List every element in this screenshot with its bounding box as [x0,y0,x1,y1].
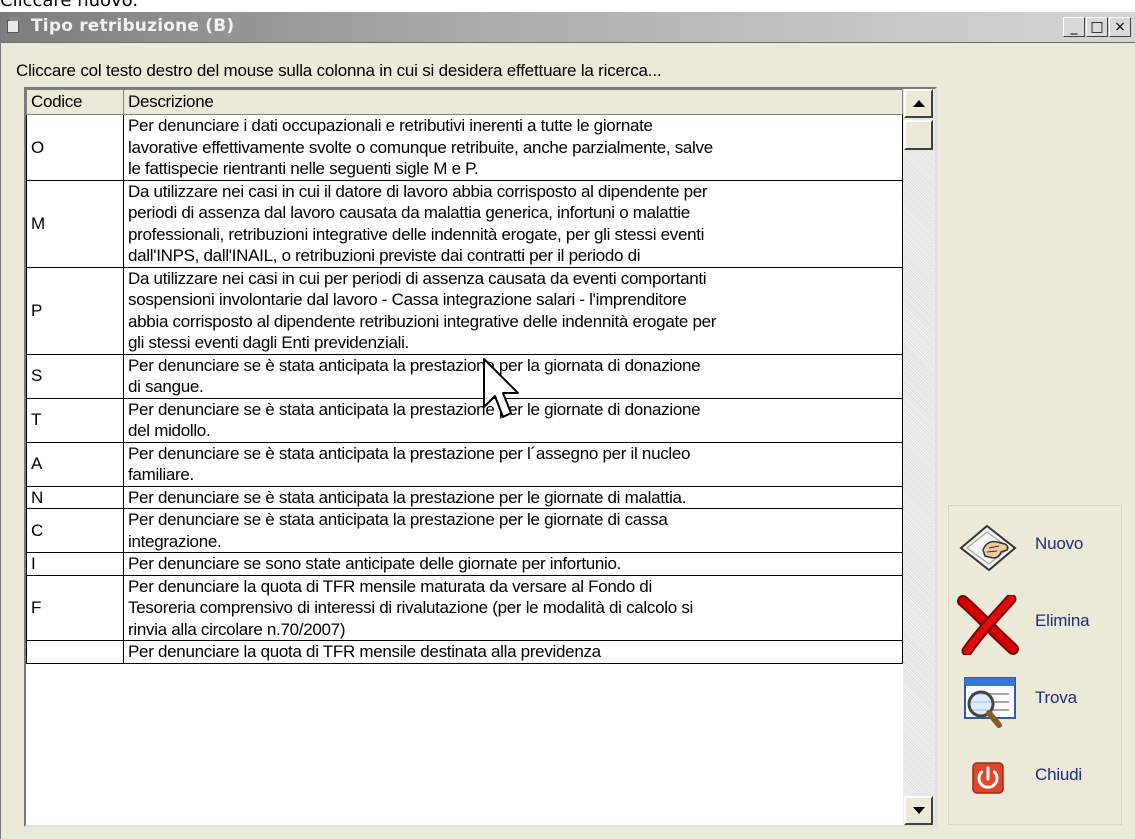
description-line: abbia corrisposto al dipendente retribuz… [128,311,717,331]
table-header-row: Codice Descrizione [26,89,903,115]
cell-codice[interactable]: F [26,574,124,641]
cell-codice[interactable]: S [26,353,124,399]
magnifier-icon [964,677,1016,728]
description-line: sospensioni involontarie dal lavoro - Ca… [128,290,687,309]
table-row[interactable]: T Per denunciare se è stata anticipata la… [26,397,903,443]
column-header-descrizione[interactable]: Descrizione [123,89,903,115]
nuovo-label: Nuovo [1035,534,1084,553]
search-hint: Cliccare col testo destro del mouse sull… [16,61,662,80]
cell-codice[interactable]: P [26,266,124,355]
description-line: Per denunciare se è stata anticipata la … [128,355,701,375]
vertical-scrollbar[interactable] [903,89,935,825]
cell-descrizione[interactable]: Per denunciare i dati occupazionali e re… [123,114,903,181]
description-line: lavorative effettivamente svolte o comun… [128,137,713,157]
power-icon [972,762,1004,794]
cell-descrizione[interactable]: Per denunciare se è stata anticipata la … [123,508,903,553]
table-row[interactable]: A Per denunciare se è stata anticipata la… [26,441,903,487]
trova-label: Trova [1035,688,1077,707]
instruction-caption: Cliccare nuovo. [0,0,139,11]
window-icon [7,17,19,33]
cell-descrizione[interactable]: Da utilizzare nei casi in cui per period… [123,266,903,355]
table-row[interactable]: N Per denunciare se è stata anticipata la… [26,485,903,509]
maximize-button[interactable]: □ [1086,17,1108,37]
elimina-button[interactable]: Elimina [957,591,1119,657]
description-line: professionali, retribuzioni integrative … [128,224,705,244]
description-line: Per denunciare la quota di TFR mensile m… [128,576,652,596]
table-row[interactable]: M Da utilizzare nei casi in cui il datore… [26,179,903,268]
cell-descrizione[interactable]: Per denunciare se è stata anticipata la … [123,485,903,509]
description-line: di sangue. [128,377,204,396]
cell-descrizione[interactable]: Per denunciare se è stata anticipata la … [123,397,903,443]
description-line: Da utilizzare nei casi in cui per period… [128,268,707,288]
scroll-down-button[interactable] [904,796,933,825]
cell-codice[interactable]: C [26,508,124,553]
scroll-up-button[interactable] [904,89,933,118]
cell-codice[interactable]: N [26,485,124,509]
cell-codice[interactable]: A [26,441,124,487]
title-bar[interactable]: Tipo retribuzione (B) _ □ × [1,12,1135,43]
cell-descrizione[interactable]: Per denunciare se sono state anticipate … [123,552,903,576]
description-line: gli stessi eventi dagli Enti previdenzia… [128,333,409,352]
description-line: periodi di assenza dal lavoro causata da… [128,203,690,222]
description-line: le fattispecie rientranti nelle seguenti… [128,159,479,178]
description-line: Tesoreria comprensivo di interessi di ri… [128,598,693,617]
description-line: integrazione. [128,531,222,551]
scroll-thumb[interactable] [904,120,933,150]
description-line: Per denunciare se è stata anticipata la … [128,487,687,507]
description-line: Per denunciare se è stata anticipata la … [128,510,668,529]
cell-codice[interactable] [26,640,124,664]
cell-descrizione[interactable]: Da utilizzare nei casi in cui il datore … [123,179,903,268]
description-line: del midollo. [128,421,211,440]
description-line: Per denunciare se è stata anticipata la … [128,443,691,463]
description-line: dall'INPS, dall'INAIL, o retribuzioni pr… [128,246,641,265]
nuovo-button[interactable]: Nuovo [957,514,1119,580]
chiudi-label: Chiudi [1035,765,1082,784]
description-line: Per denunciare se è stata anticipata la … [128,399,701,419]
table-row[interactable]: S Per denunciare se è stata anticipata la… [26,353,903,399]
minimize-button[interactable]: _ [1063,17,1085,37]
table-row[interactable]: P Da utilizzare nei casi in cui per perio… [26,266,903,355]
description-line: Da utilizzare nei casi in cui il datore … [128,181,708,201]
table-row[interactable]: Per denunciare la quota di TFR mensile d… [26,640,903,664]
cell-codice[interactable]: T [26,397,124,443]
table-row[interactable]: O Per denunciare i dati occupazionali e r… [26,114,903,181]
description-line: rinvia alla circolare n.70/2007) [128,619,346,639]
cell-codice[interactable]: I [26,552,124,576]
table-row[interactable]: I Per denunciare se sono state anticipate… [26,552,903,576]
retribuzione-table: Codice Descrizione O Per denunciare i dat… [26,89,903,664]
description-line: Per denunciare la quota di TFR mensile d… [128,642,601,661]
window-title: Tipo retribuzione (B) [31,16,235,36]
chiudi-button[interactable]: Chiudi [957,745,1119,811]
grid-container: Codice Descrizione O Per denunciare i dat… [24,87,937,827]
cell-descrizione[interactable]: Per denunciare se è stata anticipata la … [123,441,903,487]
close-button[interactable]: × [1109,17,1131,37]
column-header-codice[interactable]: Codice [26,89,124,115]
window-tipo-retribuzione: Tipo retribuzione (B) _ □ × Cliccare col… [0,12,1135,839]
description-line: Per denunciare i dati occupazionali e re… [128,116,653,135]
description-line: familiare. [128,465,194,484]
elimina-label: Elimina [1035,611,1090,630]
cell-codice[interactable]: M [26,179,124,268]
hand-card-icon [959,524,1017,572]
cell-descrizione[interactable]: Per denunciare la quota di TFR mensile d… [123,640,903,664]
action-panel: Nuovo Elimina Trova Chiudi [948,505,1122,825]
table-row[interactable]: F Per denunciare la quota di TFR mensile … [26,574,903,641]
cell-descrizione[interactable]: Per denunciare la quota di TFR mensile m… [123,574,903,641]
description-line: Per denunciare se sono state anticipate … [128,554,622,573]
cell-descrizione[interactable]: Per denunciare se è stata anticipata la … [123,353,903,399]
red-x-icon [957,595,1019,655]
cell-codice[interactable]: O [26,114,124,181]
table-row[interactable]: C Per denunciare se è stata anticipata la… [26,508,903,553]
trova-button[interactable]: Trova [957,668,1119,734]
